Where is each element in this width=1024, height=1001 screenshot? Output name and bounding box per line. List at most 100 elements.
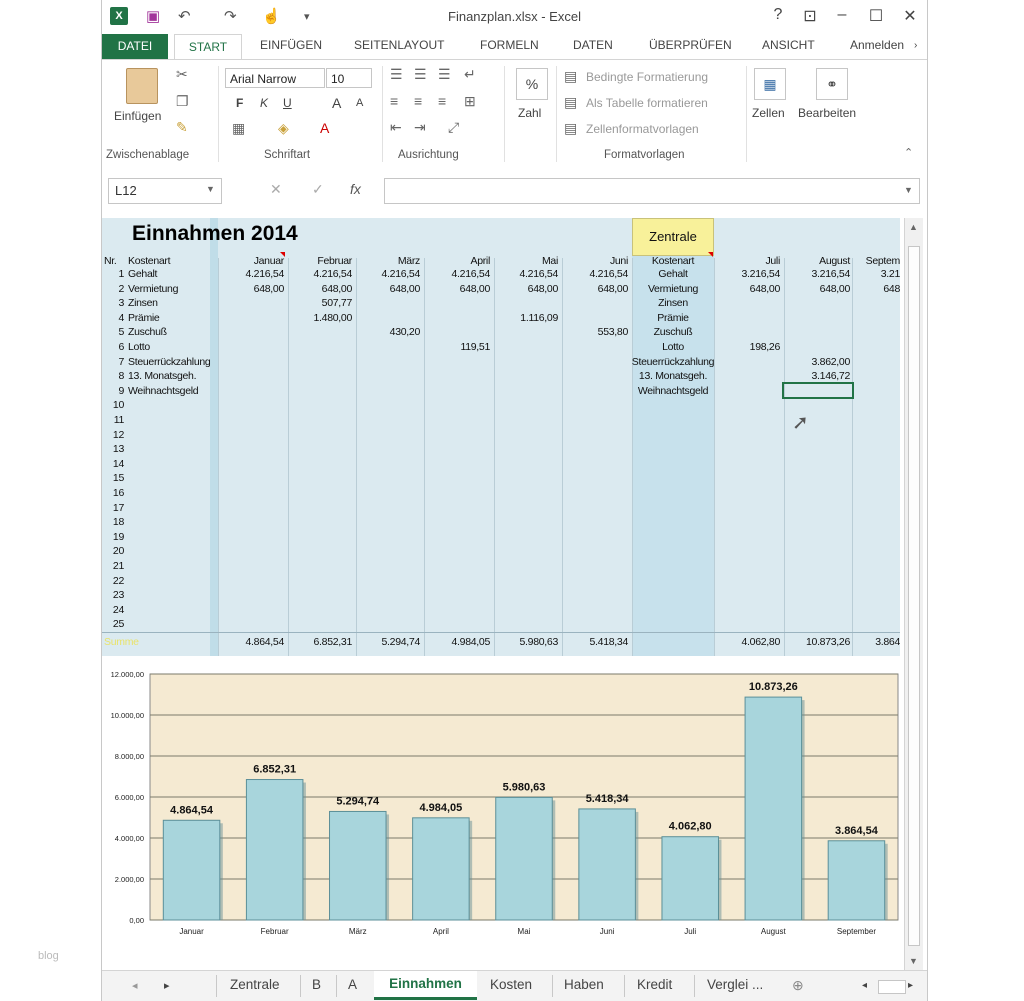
wrap-text-icon[interactable]: ↵ — [464, 66, 476, 83]
cells-icon[interactable]: ▦ — [754, 68, 786, 100]
redo-icon[interactable]: ↷ — [224, 7, 237, 25]
help-button[interactable]: ? — [766, 6, 790, 24]
tab-ueberpruefen[interactable]: ÜBERPRÜFEN — [649, 38, 732, 52]
cell-value: 648,00 — [459, 282, 491, 295]
italic-button[interactable]: K — [260, 96, 268, 110]
formula-input[interactable] — [384, 178, 920, 204]
cell-styles-button[interactable]: Zellenformatvorlagen — [586, 122, 699, 136]
y-tick-label: 10.000,00 — [111, 711, 144, 720]
spreadsheet-grid[interactable]: Einnahmen 2014 Zentrale Nr. Kostenart Janu… — [102, 218, 900, 656]
touch-mode-icon[interactable]: ☝ — [262, 7, 281, 25]
tab-ansicht[interactable]: ANSICHT — [762, 38, 815, 52]
increase-indent-icon[interactable]: ⇥ — [414, 119, 426, 136]
sheet-tab-kosten[interactable]: Kosten — [490, 977, 532, 992]
scroll-up-icon[interactable]: ▲ — [909, 222, 918, 232]
font-name-select[interactable]: Arial Narrow — [225, 68, 325, 88]
scroll-tabs-icon[interactable]: › — [914, 40, 917, 51]
number-format-button[interactable]: Zahl — [518, 106, 541, 120]
cells-button[interactable]: Zellen — [752, 106, 785, 120]
name-box[interactable]: L12 — [108, 178, 222, 204]
bold-button[interactable]: F — [236, 96, 243, 110]
tab-einfuegen[interactable]: EINFÜGEN — [260, 38, 322, 52]
sheet-tab-b[interactable]: B — [312, 977, 321, 992]
cell-styles-icon[interactable]: ▤ — [564, 120, 577, 137]
tab-seitenlayout[interactable]: SEITENLAYOUT — [354, 38, 444, 52]
sheet-tab-zentrale[interactable]: Zentrale — [230, 977, 280, 992]
cancel-icon[interactable]: ✕ — [270, 181, 282, 198]
tab-formeln[interactable]: FORMELN — [480, 38, 539, 52]
maximize-button[interactable]: ☐ — [864, 6, 888, 26]
data-label: 4.864,54 — [170, 804, 214, 816]
horizontal-scrollbar[interactable] — [878, 980, 906, 994]
paste-icon[interactable] — [126, 68, 158, 104]
copy-icon[interactable]: ❐ — [176, 93, 189, 110]
percent-icon[interactable]: % — [516, 68, 548, 100]
fill-color-icon[interactable]: ◈ — [278, 120, 289, 137]
cell-value: 3.146,72 — [811, 370, 851, 383]
binoculars-icon[interactable]: ⚭ — [816, 68, 848, 100]
align-right-icon[interactable]: ≡ — [438, 93, 446, 109]
shrink-font-button[interactable]: A — [356, 97, 363, 109]
next-sheet-icon[interactable]: ▸ — [164, 979, 170, 992]
underline-button[interactable]: U — [283, 96, 292, 110]
undo-icon[interactable]: ↶ — [178, 7, 191, 25]
row-number: 22 — [112, 574, 124, 587]
scroll-thumb[interactable] — [908, 246, 920, 946]
paste-button[interactable]: Einfügen — [114, 109, 161, 123]
tab-start[interactable]: START — [174, 34, 242, 59]
scroll-down-icon[interactable]: ▼ — [909, 956, 918, 966]
sheet-tab-kredit[interactable]: Kredit — [637, 977, 672, 992]
sheet-tab-einnahmen[interactable]: Einnahmen — [374, 971, 477, 1000]
align-middle-icon[interactable]: ☰ — [414, 66, 427, 83]
income-chart[interactable]: 0,00 2.000,00 4.000,00 6.000,00 8.000,00 10.0… — [102, 660, 902, 960]
align-top-icon[interactable]: ☰ — [390, 66, 403, 83]
sign-in-link[interactable]: Anmelden — [850, 38, 904, 52]
align-center-icon[interactable]: ≡ — [414, 93, 422, 109]
zentrale-button[interactable]: Zentrale — [632, 218, 714, 256]
insert-function-icon[interactable]: fx — [350, 181, 361, 197]
format-painter-icon[interactable]: ✎ — [176, 119, 188, 136]
total-value: 5.980,63 — [519, 636, 559, 648]
align-left-icon[interactable]: ≡ — [390, 93, 398, 109]
grid-divider — [424, 258, 425, 656]
divider — [218, 66, 219, 162]
tab-datei[interactable]: DATEI — [102, 34, 168, 59]
hscroll-right-icon[interactable]: ▸ — [908, 980, 913, 991]
prev-sheet-icon[interactable]: ◂ — [132, 979, 138, 992]
borders-icon[interactable]: ▦ — [232, 120, 245, 137]
format-as-table-button[interactable]: Als Tabelle formatieren — [586, 96, 708, 110]
ribbon-options-button[interactable]: ⊡ — [798, 6, 822, 26]
hscroll-left-icon[interactable]: ◂ — [862, 980, 867, 991]
editing-button[interactable]: Bearbeiten — [798, 106, 856, 120]
customize-quick-access-icon[interactable]: ▾ — [304, 10, 310, 23]
save-icon[interactable]: ▣ — [146, 7, 160, 25]
cell-value: 1.480,00 — [313, 311, 353, 324]
add-sheet-icon[interactable]: ⊕ — [792, 977, 804, 994]
sheet-tab-vergleich[interactable]: Verglei ... — [707, 977, 763, 992]
expand-formula-bar-icon[interactable]: ▼ — [904, 185, 913, 195]
sheet-tab-haben[interactable]: Haben — [564, 977, 604, 992]
font-size-select[interactable]: 10 — [326, 68, 372, 88]
minimize-button[interactable]: – — [830, 6, 854, 24]
cut-icon[interactable]: ✂ — [176, 66, 188, 83]
decrease-indent-icon[interactable]: ⇤ — [390, 119, 402, 136]
vertical-scrollbar[interactable]: ▲ ▼ — [904, 218, 923, 970]
chevron-down-icon[interactable]: ▼ — [206, 184, 215, 194]
row-number: 11 — [113, 414, 125, 426]
orientation-icon[interactable]: ⤢ — [448, 119, 459, 136]
conditional-formatting-icon[interactable]: ▤ — [564, 68, 577, 85]
format-as-table-icon[interactable]: ▤ — [564, 94, 577, 111]
merge-center-icon[interactable]: ⊞ — [464, 93, 476, 110]
tab-daten[interactable]: DATEN — [573, 38, 613, 52]
selected-cell[interactable] — [782, 382, 854, 399]
conditional-formatting-button[interactable]: Bedingte Formatierung — [586, 70, 708, 84]
enter-icon[interactable]: ✓ — [312, 181, 324, 198]
cell-value: 553,80 — [597, 326, 629, 339]
data-label: 5.980,63 — [503, 781, 546, 793]
font-color-icon[interactable]: A — [320, 120, 329, 136]
sheet-tab-a[interactable]: A — [348, 977, 357, 992]
close-button[interactable]: ✕ — [898, 6, 922, 26]
collapse-ribbon-icon[interactable]: ⌃ — [904, 146, 913, 159]
align-bottom-icon[interactable]: ☰ — [438, 66, 451, 83]
grow-font-button[interactable]: A — [332, 95, 341, 111]
